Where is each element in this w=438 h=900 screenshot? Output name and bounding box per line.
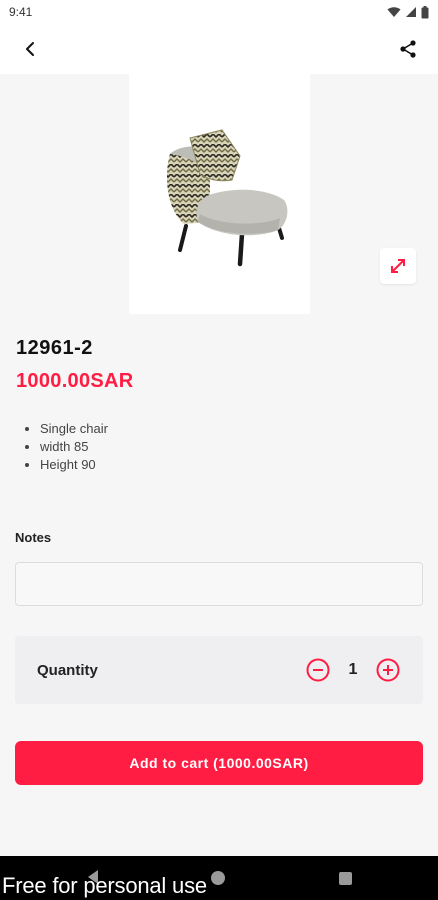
nav-home-icon[interactable]: [211, 871, 225, 885]
plus-circle-icon: [376, 658, 400, 682]
product-features: Single chair width 85 Height 90: [40, 420, 108, 474]
quantity-value: 1: [348, 661, 358, 678]
signal-icon: [406, 7, 416, 17]
increase-quantity-button[interactable]: [375, 657, 401, 683]
back-button[interactable]: [14, 33, 46, 65]
add-to-cart-button[interactable]: Add to cart (1000.00SAR): [15, 741, 423, 785]
product-image[interactable]: [129, 74, 310, 314]
watermark-text: Free for personal use: [2, 873, 207, 898]
quantity-label: Quantity: [37, 661, 98, 679]
decrease-quantity-button[interactable]: [305, 657, 331, 683]
status-bar: 9:41: [0, 0, 438, 24]
minus-circle-icon: [306, 658, 330, 682]
quantity-card: Quantity 1: [15, 636, 423, 704]
product-code: 12961-2: [16, 337, 93, 359]
battery-icon: [421, 5, 429, 18]
wifi-icon: [387, 7, 401, 17]
quantity-stepper: 1: [305, 657, 401, 683]
notes-label: Notes: [15, 530, 52, 545]
expand-image-button[interactable]: [380, 248, 416, 284]
nav-recent-icon[interactable]: [339, 872, 352, 885]
share-icon: [400, 40, 416, 58]
arrow-back-icon: [26, 42, 34, 56]
app-bar: [0, 24, 438, 74]
feature-item: Single chair: [40, 420, 108, 438]
feature-item: Height 90: [40, 456, 108, 474]
share-button[interactable]: [392, 33, 424, 65]
product-price: 1000.00SAR: [16, 370, 134, 392]
armchair-image: [166, 129, 287, 267]
notes-input[interactable]: [15, 562, 423, 606]
status-time: 9:41: [9, 5, 33, 19]
feature-item: width 85: [40, 438, 108, 456]
expand-icon: [391, 259, 405, 273]
status-icons: [387, 5, 429, 19]
